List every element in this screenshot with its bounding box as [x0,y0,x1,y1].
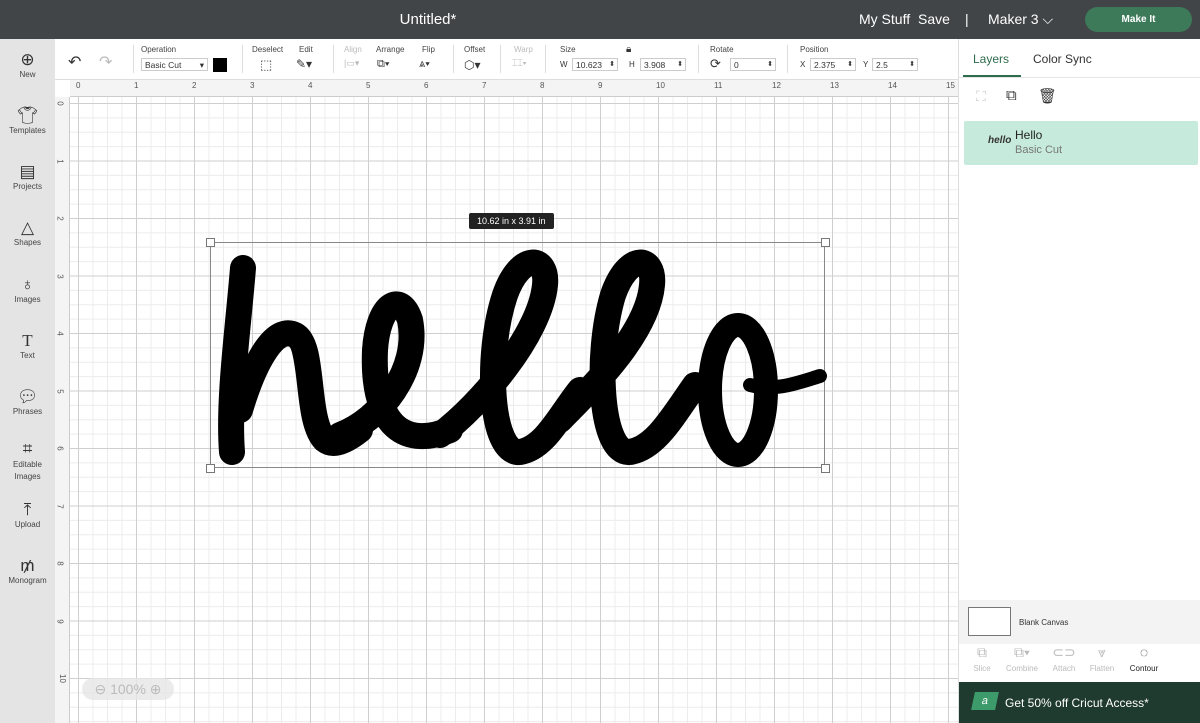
zoom-in-icon[interactable]: ⊕ [150,681,162,697]
canvas-bar: Blank Canvas [959,600,1200,644]
layer-name: Hello [1015,128,1043,142]
tool-label: Attach [1052,664,1076,673]
slice-icon: ⧉ [977,644,987,660]
tool-label: Flatten [1089,664,1115,673]
duplicate-icon[interactable]: ⧉ [1006,87,1017,104]
combine-icon: ⧉▾ [1014,644,1030,660]
cricut-access-icon: a [971,692,999,710]
blank-canvas-label: Blank Canvas [1019,618,1069,627]
flatten-button[interactable]: ⩔ Flatten [1082,644,1122,673]
promo-text: Get 50% off Cricut Access* [1005,696,1149,710]
trash-icon[interactable]: 🗑︎ [1038,87,1057,105]
divider [959,77,1200,78]
tab-color-sync[interactable]: Color Sync [1033,52,1092,66]
paperclip-icon: ⊂⊃ [1052,644,1076,660]
blank-canvas-swatch[interactable] [968,607,1011,636]
layer-item[interactable]: hello Hello Basic Cut [964,121,1198,165]
zoom-level: 100% [110,681,146,697]
layer-operation: Basic Cut [1015,144,1063,156]
tab-layers[interactable]: Layers [973,52,1009,66]
layers-panel: Layers Color Sync ⛶ ⧉ 🗑︎ hello Hello Bas… [958,39,1200,723]
zoom-control: ⊖ 100% ⊕ [82,678,174,700]
contour-icon: ◌ [1139,644,1149,660]
tool-label: Contour [1129,664,1159,673]
promo-banner[interactable]: a Get 50% off Cricut Access* [959,682,1200,723]
tool-label: Combine [1005,664,1038,673]
contour-button[interactable]: ◌ Contour [1124,644,1164,673]
flatten-icon: ⩔ [1098,644,1106,660]
tool-label: Slice [973,664,991,673]
layer-thumbnail: hello [988,135,1012,146]
slice-button[interactable]: ⧉ Slice [962,644,1002,673]
combine-button[interactable]: ⧉▾ Combine [1001,644,1043,673]
attach-button[interactable]: ⊂⊃ Attach [1044,644,1084,673]
zoom-out-icon[interactable]: ⊖ [94,681,106,697]
group-icon[interactable]: ⛶ [976,88,986,105]
